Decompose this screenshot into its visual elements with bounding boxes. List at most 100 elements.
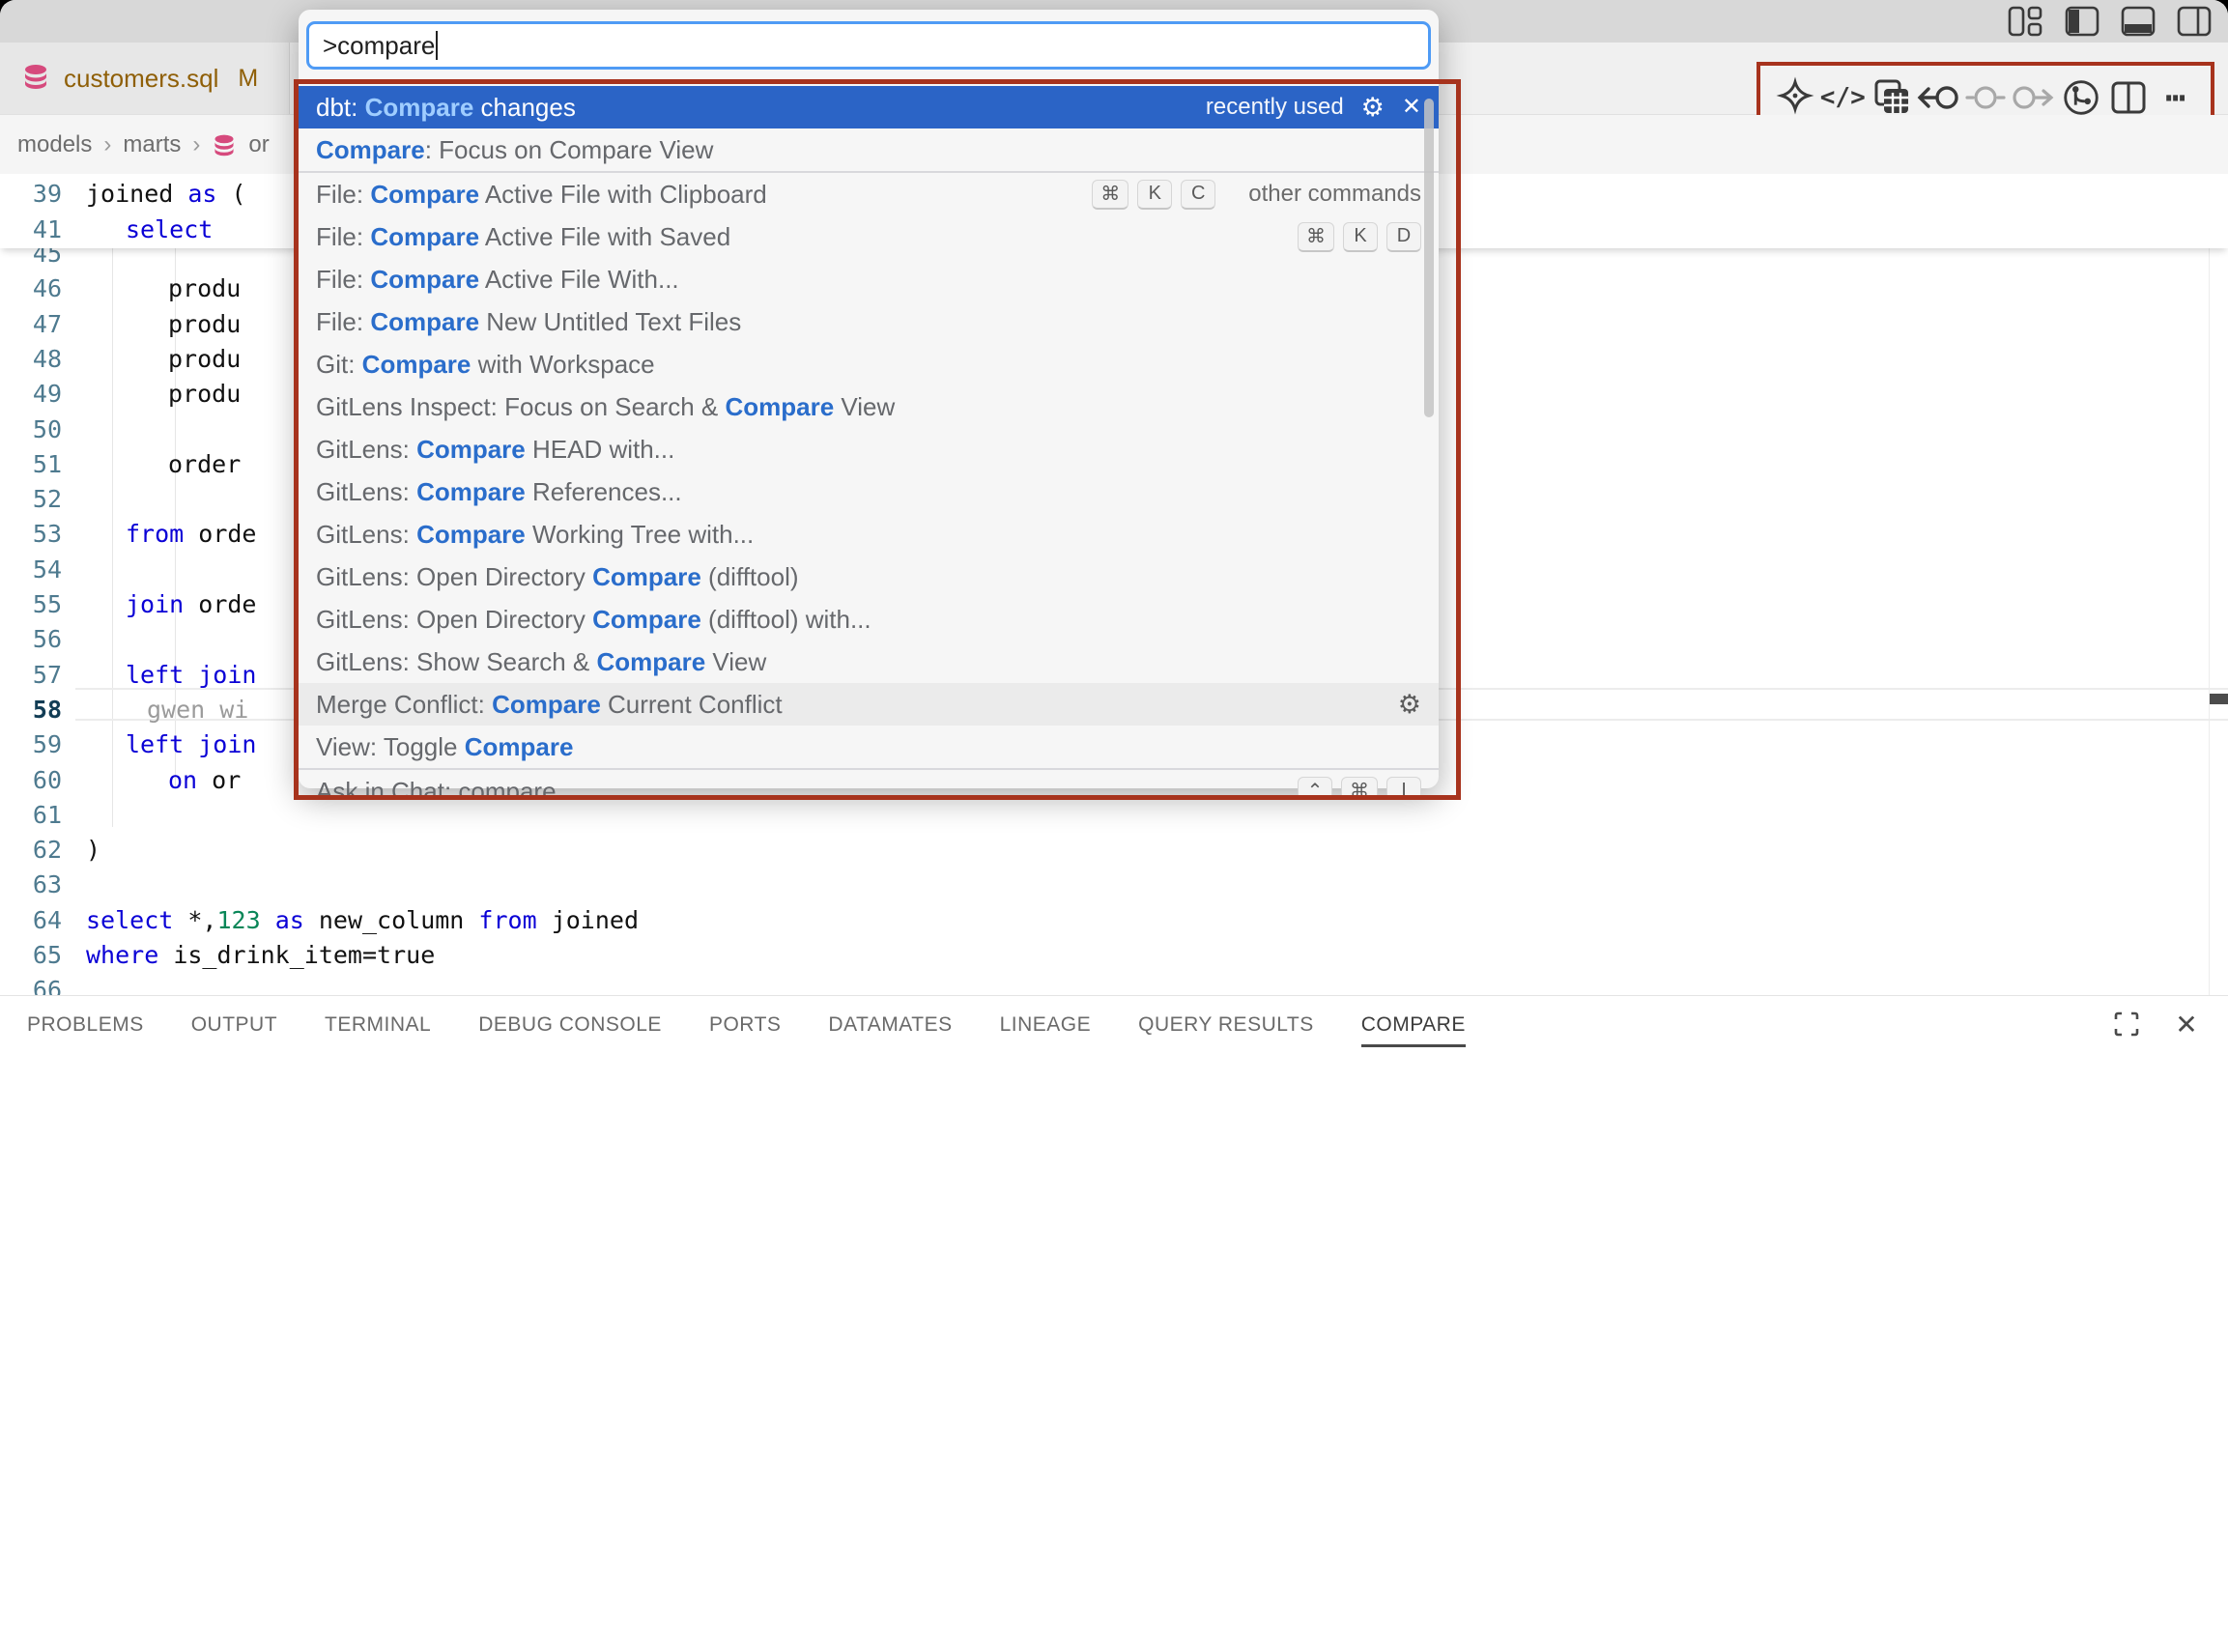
command-list: dbt: Compare changesrecently used⚙✕Compa…: [299, 86, 1439, 798]
panel-tab-terminal[interactable]: TERMINAL: [325, 996, 431, 1053]
code-line[interactable]: 65where is_drink_item=true: [0, 937, 2228, 973]
more-actions-icon[interactable]: ⋯: [2155, 75, 2197, 120]
command-palette-row[interactable]: File: Compare Active File With...: [299, 258, 1439, 300]
compare-panel: No changes to display Click the button b…: [0, 1053, 2228, 1652]
command-palette-row[interactable]: View: Toggle Compare: [299, 726, 1439, 768]
vscode-window: customers.sql M </>⋯ models › marts › or…: [0, 0, 2228, 1652]
command-label: GitLens Inspect: Focus on Search & Compa…: [316, 392, 895, 422]
code-text: left join: [126, 657, 256, 693]
line-number: 47: [0, 306, 62, 342]
panel-tab-lineage[interactable]: LINEAGE: [1000, 996, 1092, 1053]
close-icon[interactable]: ✕: [1402, 96, 1421, 119]
command-palette-row[interactable]: GitLens: Compare Working Tree with...: [299, 513, 1439, 555]
breadcrumb-item-marts[interactable]: marts: [123, 131, 181, 158]
breadcrumb-item-models[interactable]: models: [17, 131, 92, 158]
panel-tab-ports[interactable]: PORTS: [709, 996, 781, 1053]
other-commands-label: other commands: [1248, 181, 1421, 208]
line-number: 59: [0, 726, 62, 762]
panel-tab-datamates[interactable]: DATAMATES: [828, 996, 952, 1053]
keybinding-chip: ⌘: [1341, 777, 1378, 799]
build-model-icon[interactable]: [2060, 75, 2102, 120]
line-number: 64: [0, 902, 62, 938]
maximize-panel-icon[interactable]: [2110, 1008, 2143, 1040]
toggle-primary-sidebar-icon[interactable]: [2064, 6, 2100, 37]
line-number: 54: [0, 552, 62, 587]
panel-tab-problems[interactable]: PROBLEMS: [27, 996, 144, 1053]
circle-icon[interactable]: [1964, 75, 2007, 120]
panel-tab-debug-console[interactable]: DEBUG CONSOLE: [478, 996, 662, 1053]
command-palette-row[interactable]: Merge Conflict: Compare Current Conflict…: [299, 683, 1439, 726]
code-line[interactable]: 62): [0, 832, 2228, 868]
keybinding-chip: I: [1386, 777, 1421, 799]
command-label: Compare: Focus on Compare View: [316, 135, 713, 165]
command-palette-row[interactable]: GitLens: Show Search & Compare View: [299, 641, 1439, 683]
code-line[interactable]: 63: [0, 867, 2228, 902]
tab-customers-sql[interactable]: customers.sql M: [0, 43, 290, 114]
command-palette-row[interactable]: GitLens: Open Directory Compare (difftoo…: [299, 598, 1439, 641]
dbt-power-user-icon[interactable]: [1774, 75, 1816, 120]
code-text: select *,123 as new_column from joined: [86, 902, 639, 938]
command-label: GitLens: Open Directory Compare (difftoo…: [316, 605, 871, 635]
tab-modified-badge: M: [238, 65, 258, 93]
breadcrumb-item-file[interactable]: or: [248, 131, 269, 158]
split-editor-icon[interactable]: [2107, 75, 2150, 120]
line-number: 61: [0, 797, 62, 833]
command-palette-row[interactable]: File: Compare Active File with Clipboard…: [299, 173, 1439, 215]
scrollbar-thumb[interactable]: [1424, 99, 1434, 417]
code-text: gwen wi: [147, 692, 248, 727]
gear-icon[interactable]: ⚙: [1398, 692, 1421, 718]
panel-tab-query-results[interactable]: QUERY RESULTS: [1138, 996, 1314, 1053]
code-line[interactable]: 61: [0, 797, 2228, 833]
command-palette-row[interactable]: GitLens Inspect: Focus on Search & Compa…: [299, 385, 1439, 428]
command-palette-row[interactable]: GitLens: Compare HEAD with...: [299, 428, 1439, 470]
toggle-panel-icon[interactable]: [2120, 6, 2157, 37]
line-number: 49: [0, 376, 62, 412]
code-text: ): [86, 832, 100, 868]
go-back-circle-icon[interactable]: [1917, 75, 1959, 120]
text-cursor: [436, 31, 438, 60]
line-number: 39: [0, 176, 62, 212]
line-number: 48: [0, 341, 62, 377]
panel-tab-output[interactable]: OUTPUT: [191, 996, 277, 1053]
command-label: GitLens: Compare HEAD with...: [316, 435, 674, 465]
toggle-secondary-sidebar-icon[interactable]: [2176, 6, 2213, 37]
line-number: 62: [0, 832, 62, 868]
command-palette-row[interactable]: File: Compare New Untitled Text Files: [299, 300, 1439, 343]
keybinding-chip: C: [1181, 180, 1215, 210]
command-palette-row[interactable]: Ask in Chat: compare⌃⌘I: [299, 770, 1439, 798]
command-input[interactable]: >compare: [306, 21, 1431, 70]
keybinding-chip: D: [1386, 222, 1421, 252]
command-label: Git: Compare with Workspace: [316, 350, 655, 380]
command-palette-row[interactable]: Git: Compare with Workspace: [299, 343, 1439, 385]
command-palette-row[interactable]: dbt: Compare changesrecently used⚙✕: [299, 86, 1439, 128]
line-number: 57: [0, 657, 62, 693]
database-icon: [21, 62, 50, 96]
line-number: 41: [0, 212, 62, 247]
database-icon: [212, 132, 237, 157]
command-label: GitLens: Compare Working Tree with...: [316, 520, 754, 550]
gear-icon[interactable]: ⚙: [1361, 95, 1385, 121]
code-line[interactable]: 64 select *,123 as new_column from joined: [0, 902, 2228, 938]
query-results-icon[interactable]: [1870, 75, 1912, 120]
command-label: File: Compare New Untitled Text Files: [316, 307, 741, 337]
preview-code-icon[interactable]: </>: [1821, 75, 1864, 120]
command-palette-row[interactable]: File: Compare Active File with Saved⌘KD: [299, 215, 1439, 258]
titlebar-layout-controls: [2008, 6, 2213, 37]
customize-layout-icon[interactable]: [2008, 6, 2044, 37]
command-palette-row[interactable]: GitLens: Compare References...: [299, 470, 1439, 513]
line-number: 53: [0, 516, 62, 552]
close-panel-icon[interactable]: ✕: [2170, 1008, 2203, 1040]
command-palette-row[interactable]: GitLens: Open Directory Compare (difftoo…: [299, 555, 1439, 598]
command-label: File: Compare Active File with Saved: [316, 222, 730, 252]
command-label: GitLens: Open Directory Compare (difftoo…: [316, 562, 799, 592]
code-text: where is_drink_item=true: [86, 937, 435, 973]
code-text: produ: [168, 376, 241, 412]
keybinding-chip: K: [1343, 222, 1378, 252]
chevron-right-icon: ›: [192, 131, 200, 158]
go-forward-circle-icon[interactable]: [2012, 75, 2054, 120]
overview-ruler: [2209, 174, 2210, 995]
line-number: 55: [0, 586, 62, 622]
code-text: join orde: [126, 586, 256, 622]
command-palette-row[interactable]: Compare: Focus on Compare View: [299, 128, 1439, 171]
panel-tab-compare[interactable]: COMPARE: [1361, 996, 1466, 1053]
